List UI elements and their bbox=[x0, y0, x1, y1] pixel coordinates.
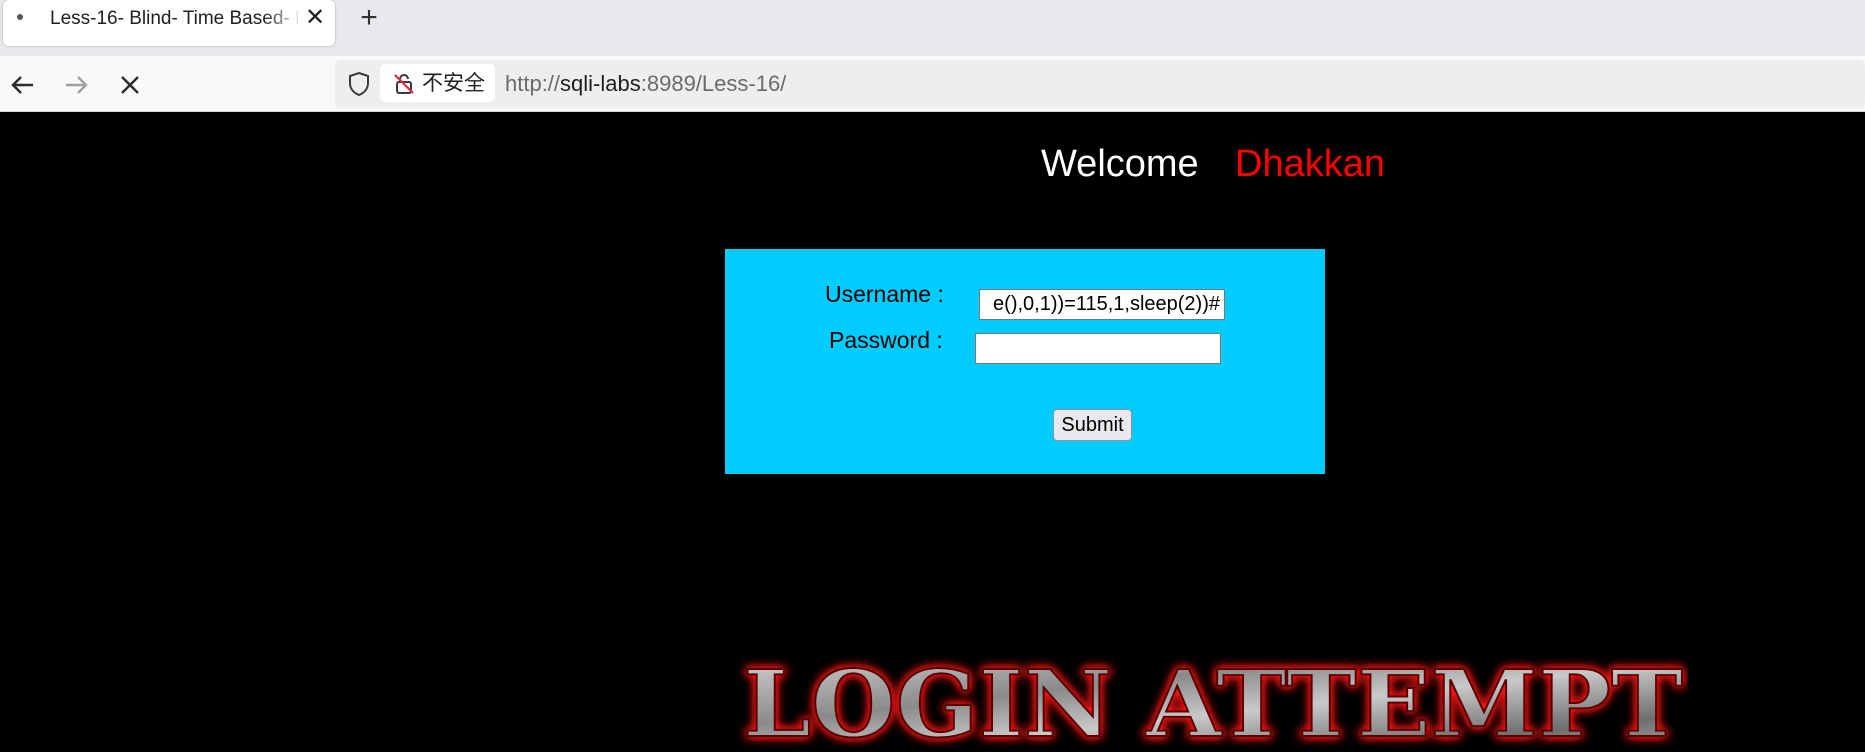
page-content: Welcome Dhakkan Username : e(),0,1))=115… bbox=[0, 112, 1865, 752]
login-attempt-banner: LOGIN ATTEMPT bbox=[742, 652, 1684, 752]
arrow-right-icon[interactable] bbox=[61, 70, 91, 100]
address-bar[interactable]: 不安全 http://sqli-labs:8989/Less-16/ bbox=[335, 60, 1865, 108]
welcome-heading: Welcome bbox=[1041, 143, 1199, 185]
tab-title-fade bbox=[263, 0, 303, 46]
connection-security-indicator[interactable]: 不安全 bbox=[380, 64, 495, 102]
close-icon[interactable]: ✕ bbox=[303, 6, 327, 30]
stop-icon[interactable] bbox=[115, 70, 145, 100]
login-form: Username : e(),0,1))=115,1,sleep(2))# Pa… bbox=[725, 249, 1325, 474]
password-input[interactable] bbox=[975, 333, 1221, 364]
navigation-toolbar: 不安全 http://sqli-labs:8989/Less-16/ bbox=[0, 56, 1865, 112]
insecure-lock-icon bbox=[392, 72, 416, 96]
loading-dot-icon bbox=[17, 14, 23, 20]
browser-tab[interactable]: Less-16- Blind- Time Based- Dou ✕ bbox=[3, 0, 335, 46]
url-path: :8989/Less-16/ bbox=[640, 71, 787, 96]
security-label: 不安全 bbox=[422, 71, 485, 95]
plus-icon[interactable]: + bbox=[355, 3, 383, 33]
url-host: sqli-labs bbox=[560, 71, 641, 96]
shield-icon[interactable] bbox=[345, 70, 373, 98]
welcome-name: Dhakkan bbox=[1235, 143, 1385, 185]
url-text[interactable]: http://sqli-labs:8989/Less-16/ bbox=[505, 72, 786, 96]
url-scheme: http:// bbox=[505, 71, 561, 96]
tab-strip: Less-16- Blind- Time Based- Dou ✕ + bbox=[0, 0, 1865, 56]
submit-button[interactable]: Submit bbox=[1053, 409, 1132, 441]
banner-text: LOGIN ATTEMPT bbox=[743, 652, 1683, 752]
username-input[interactable]: e(),0,1))=115,1,sleep(2))# bbox=[979, 289, 1225, 320]
tab-title: Less-16- Blind- Time Based- Dou bbox=[50, 8, 298, 29]
username-label: Username : bbox=[825, 281, 944, 307]
arrow-left-icon[interactable] bbox=[8, 70, 38, 100]
password-label: Password : bbox=[829, 327, 943, 353]
